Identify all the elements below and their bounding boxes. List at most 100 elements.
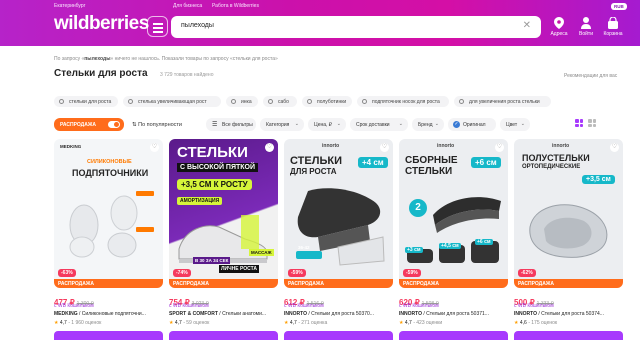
price-filter[interactable]: Цена, ₽ ⌄ — [308, 118, 346, 131]
original-filter[interactable]: ✓ Оригинал — [448, 118, 496, 131]
product-title: Стельки анатоми... — [222, 311, 267, 317]
recommendations-link[interactable]: Рекомендации для вас — [564, 73, 617, 79]
sale-toggle[interactable]: РАСПРОДАЖА — [54, 118, 124, 131]
all-filters-button[interactable]: ☰ Все фильтры — [206, 118, 256, 131]
product-card[interactable]: MEDKING СИЛИКОНОВЫЕ ПОДПЯТОЧНИКИ ♡ -63% … — [54, 139, 163, 340]
search-input[interactable]: пылеходы — [181, 22, 214, 29]
header: Екатеринбург Для бизнеса Работа в Wildbe… — [0, 0, 640, 46]
image-badge: +4,5 см — [439, 243, 461, 249]
product-card[interactable]: innorto ПОЛУСТЕЛЬКИ ОРТОПЕДИЧЕСКИЕ +3,5 … — [514, 139, 623, 340]
reviews-count: 1 960 оценок — [71, 320, 102, 326]
suggestion-chip[interactable]: стелька увеличивающая рост — [123, 96, 221, 107]
rating: ★ 4,7 · 423 оценки — [399, 320, 443, 326]
image-brand: innorto — [322, 143, 340, 149]
star-icon: ★ — [54, 320, 59, 326]
wallet-label: с WB Кошельком — [514, 303, 554, 309]
brand-label: Бренд — [418, 122, 433, 128]
image-brand: innorto — [437, 143, 455, 149]
cart-button[interactable]: Корзина — [601, 16, 625, 37]
location-link[interactable]: Екатеринбург — [54, 3, 85, 9]
wallet-label: с WB Кошельком — [284, 303, 324, 309]
sort-label: По популярности — [138, 122, 183, 128]
product-image[interactable]: innorto ПОЛУСТЕЛЬКИ ОРТОПЕДИЧЕСКИЕ +3,5 … — [514, 139, 623, 288]
product-image[interactable]: innorto СТЕЛЬКИ ДЛЯ РОСТА +4 см 36-42 ♡ … — [284, 139, 393, 288]
login-button[interactable]: Войти — [574, 16, 598, 37]
rating-value: 4,6 — [519, 320, 527, 326]
chevron-down-icon: ⌄ — [434, 121, 439, 127]
product-name[interactable]: MEDKING / Силиконовые подпяточни... — [54, 311, 163, 317]
product-card[interactable]: innorto СБОРНЫЕ СТЕЛЬКИ +6 см 2 +3 см +4… — [399, 139, 508, 340]
search-icon — [307, 99, 312, 104]
address-button[interactable]: Адреса — [547, 16, 571, 37]
address-label: Адреса — [550, 31, 568, 37]
insole-stack-illustration — [433, 197, 501, 233]
favorite-icon[interactable]: ♡ — [610, 143, 619, 152]
suggestion-chip[interactable]: полуботинки — [302, 96, 352, 107]
search-icon — [459, 99, 464, 104]
image-title: СТЕЛЬКИ — [290, 155, 342, 167]
large-grid-view-icon[interactable] — [588, 119, 596, 127]
work-link[interactable]: Работа в Wildberries — [212, 3, 259, 9]
product-name[interactable]: INNORTO / Стельки для роста 50370... — [284, 311, 393, 317]
delivery-label: Срок доставки — [356, 122, 390, 128]
chevron-down-icon: ⌄ — [520, 121, 525, 127]
suggestion-chip[interactable]: для увеличения роста стельки — [454, 96, 551, 107]
image-title: ОРТОПЕДИЧЕСКИЕ — [522, 164, 581, 170]
brand-filter[interactable]: Бренд ⌄ — [412, 118, 444, 131]
image-title: ПОЛУСТЕЛЬКИ — [522, 153, 590, 163]
favorite-icon[interactable]: ♡ — [380, 143, 389, 152]
suggestion-chip[interactable]: инка — [226, 96, 258, 107]
product-name[interactable]: INNORTO / Стельки для роста 50371... — [399, 311, 508, 317]
sale-label: РАСПРОДАЖА — [169, 279, 278, 288]
menu-button[interactable] — [147, 16, 168, 37]
suggestion-chip[interactable]: сабо — [263, 96, 297, 107]
chevron-down-icon: ⌄ — [294, 121, 299, 127]
image-title: СБОРНЫЕ — [405, 155, 458, 166]
toggle-switch[interactable] — [108, 121, 120, 128]
chevron-down-icon: ⌄ — [336, 121, 341, 127]
all-filters-label: Все фильтры — [222, 122, 253, 128]
category-filter[interactable]: Категория ⌄ — [260, 118, 304, 131]
chip-label: для увеличения роста стельки — [469, 99, 540, 105]
currency-selector[interactable]: RUB — [611, 3, 627, 10]
image-badge: +6 см — [475, 239, 493, 245]
product-image[interactable]: СТЕЛЬКИ С ВЫСОКОЙ ПЯТКОЙ +3,5 СМ К РОСТУ… — [169, 139, 278, 288]
product-image[interactable]: innorto СБОРНЫЕ СТЕЛЬКИ +6 см 2 +3 см +4… — [399, 139, 508, 288]
chip-label: полуботинки — [317, 99, 347, 105]
favorite-icon[interactable]: ♡ — [265, 143, 274, 152]
clear-icon[interactable]: ✕ — [523, 20, 531, 31]
sale-label: РАСПРОДАЖА — [399, 279, 508, 288]
reviews-count: 59 оценок — [186, 320, 210, 326]
suggestion-chip[interactable]: стельки для роста — [54, 96, 118, 107]
business-link[interactable]: Для бизнеса — [173, 3, 202, 9]
original-label: Оригинал — [463, 122, 486, 128]
image-title: С ВЫСОКОЙ ПЯТКОЙ — [177, 163, 259, 172]
favorite-icon[interactable]: ♡ — [150, 143, 159, 152]
reviews-count: 423 оценки — [416, 320, 443, 326]
sale-label: РАСПРОДАЖА — [514, 279, 623, 288]
brand-name: SPORT & COMFORT — [169, 311, 218, 317]
sort-dropdown[interactable]: ⇅ По популярности — [132, 118, 182, 128]
product-image[interactable]: MEDKING СИЛИКОНОВЫЕ ПОДПЯТОЧНИКИ ♡ -63% … — [54, 139, 163, 288]
brand-name: INNORTO — [284, 311, 307, 317]
favorite-icon[interactable]: ♡ — [495, 143, 504, 152]
suggestion-chip[interactable]: подпяточник носок для роста — [357, 96, 449, 107]
star-icon: ★ — [169, 320, 174, 326]
notice-query: пылеходы — [84, 56, 111, 62]
discount-badge: -74% — [173, 269, 191, 277]
product-title: Стельки для роста 50370... — [311, 311, 374, 317]
check-icon: ✓ — [453, 121, 460, 128]
logo[interactable]: wildberries — [54, 13, 149, 35]
product-name[interactable]: SPORT & COMFORT / Стельки анатоми... — [169, 311, 278, 317]
price-label: Цена, ₽ — [314, 122, 332, 128]
grid-view-icon[interactable] — [575, 119, 583, 127]
star-icon: ★ — [514, 320, 519, 326]
delivery-filter[interactable]: Срок доставки ⌄ — [350, 118, 408, 131]
color-filter[interactable]: Цвет ⌄ — [500, 118, 530, 131]
search-icon — [362, 99, 367, 104]
product-card[interactable]: innorto СТЕЛЬКИ ДЛЯ РОСТА +4 см 36-42 ♡ … — [284, 139, 393, 340]
star-icon: ★ — [284, 320, 289, 326]
search-bar[interactable]: пылеходы ✕ — [171, 16, 541, 38]
product-name[interactable]: INNORTO / Стельки для роста 50374... — [514, 311, 623, 317]
product-card[interactable]: СТЕЛЬКИ С ВЫСОКОЙ ПЯТКОЙ +3,5 СМ К РОСТУ… — [169, 139, 278, 340]
